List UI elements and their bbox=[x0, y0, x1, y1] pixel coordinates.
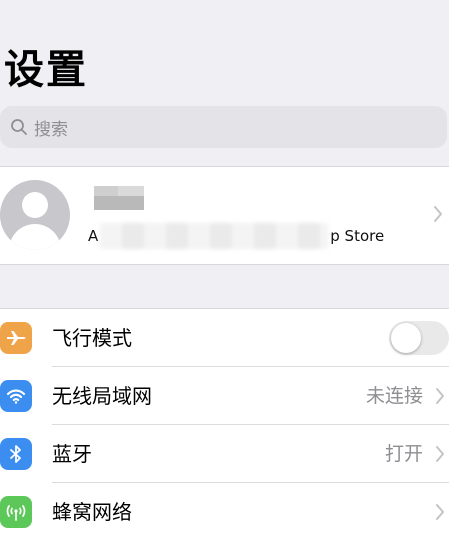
airplane-icon bbox=[0, 322, 32, 354]
blurred-profile-name bbox=[94, 186, 144, 214]
wifi-icon bbox=[0, 380, 32, 412]
settings-row-label: 无线局域网 bbox=[52, 384, 152, 408]
settings-row-wifi[interactable]: 无线局域网 未连接 bbox=[0, 367, 449, 425]
cellular-antenna-icon bbox=[0, 496, 32, 528]
settings-row-value: 未连接 bbox=[365, 385, 423, 407]
settings-row-value: 打开 bbox=[384, 443, 423, 465]
airplane-mode-toggle[interactable] bbox=[389, 321, 449, 355]
profile-subtitle-end: p Store bbox=[330, 227, 385, 245]
chevron-right-icon bbox=[435, 503, 445, 525]
toggle-knob bbox=[391, 323, 421, 353]
settings-row-airplane-mode[interactable]: 飞行模式 bbox=[0, 309, 449, 367]
apple-id-profile-row[interactable]: A p Store bbox=[0, 166, 449, 265]
blurred-account-info bbox=[100, 223, 329, 249]
search-bar[interactable]: 搜索 bbox=[0, 106, 447, 148]
chevron-right-icon bbox=[433, 205, 443, 227]
settings-row-bluetooth[interactable]: 蓝牙 打开 bbox=[0, 425, 449, 483]
chevron-right-icon bbox=[435, 387, 445, 409]
bluetooth-icon bbox=[0, 438, 32, 470]
search-icon bbox=[6, 114, 32, 140]
settings-row-label: 蓝牙 bbox=[52, 442, 92, 466]
person-silhouette-icon bbox=[0, 180, 70, 250]
page-title: 设置 bbox=[4, 47, 88, 93]
connectivity-settings-group: 飞行模式 无线局域网 未连接 蓝牙 打开 蜂窝网络 bbox=[0, 308, 449, 542]
settings-row-cellular[interactable]: 蜂窝网络 bbox=[0, 483, 449, 541]
settings-row-label: 飞行模式 bbox=[52, 326, 132, 350]
settings-row-label: 蜂窝网络 bbox=[52, 500, 132, 524]
chevron-right-icon bbox=[435, 445, 445, 467]
profile-subtitle-start: A bbox=[88, 227, 99, 245]
profile-subtitle: A p Store bbox=[88, 223, 418, 249]
search-placeholder: 搜索 bbox=[34, 119, 68, 140]
